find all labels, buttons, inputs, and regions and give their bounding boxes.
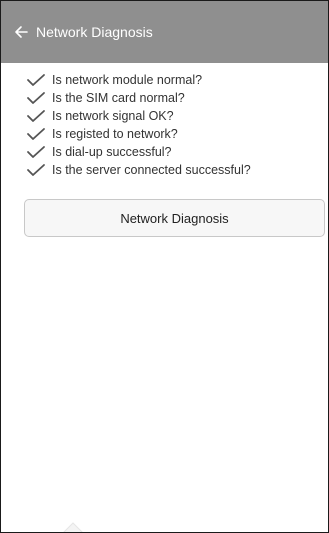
check-label: Is network module normal? <box>52 73 203 87</box>
check-item: Is registed to network? <box>26 125 251 143</box>
checkmark-icon <box>27 146 45 158</box>
page-title: Network Diagnosis <box>36 24 153 40</box>
checkmark-icon <box>27 74 45 86</box>
back-button[interactable] <box>7 18 35 46</box>
check-item: Is network signal OK? <box>26 107 251 125</box>
checkmark-icon <box>27 164 45 176</box>
screen: Network Diagnosis Is network module norm… <box>0 0 329 533</box>
checkmark-icon <box>27 110 45 122</box>
diagnosis-checklist: Is network module normal? Is the SIM car… <box>26 71 251 179</box>
check-label: Is dial-up successful? <box>52 145 172 159</box>
check-item: Is network module normal? <box>26 71 251 89</box>
check-label: Is registed to network? <box>52 127 178 141</box>
check-label: Is network signal OK? <box>52 109 174 123</box>
network-diagnosis-button[interactable]: Network Diagnosis <box>24 199 325 237</box>
check-item: Is the SIM card normal? <box>26 89 251 107</box>
check-label: Is the server connected successful? <box>52 163 251 177</box>
checkmark-icon <box>27 128 45 140</box>
check-item: Is the server connected successful? <box>26 161 251 179</box>
check-label: Is the SIM card normal? <box>52 91 185 105</box>
app-bar: Network Diagnosis <box>1 1 328 63</box>
triangle-marker-icon <box>63 522 83 532</box>
arrow-left-icon <box>15 26 28 38</box>
check-item: Is dial-up successful? <box>26 143 251 161</box>
checkmark-icon <box>27 92 45 104</box>
